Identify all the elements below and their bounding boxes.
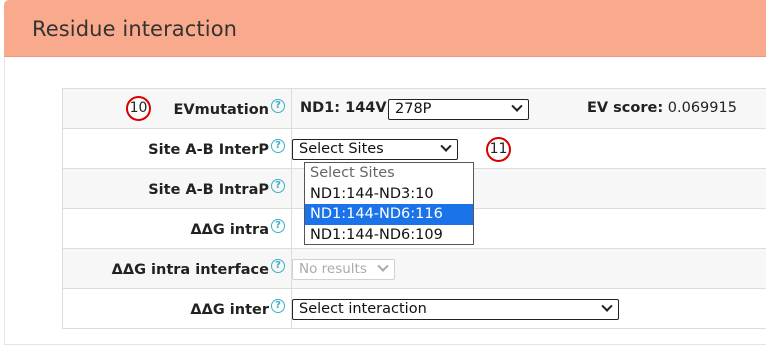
sites-dropdown-list: Select Sites ND1:144-ND3:10 ND1:144-ND6:… xyxy=(304,162,474,245)
ddg-intra-interface-label: ΔΔG intra interface xyxy=(111,262,269,278)
dropdown-option[interactable]: Select Sites xyxy=(305,163,473,184)
dropdown-option[interactable]: ND1:144-ND6:109 xyxy=(305,225,473,246)
mutation-prefix: ND1: 144V - xyxy=(300,100,398,116)
site-ab-interp-label: Site A-B InterP xyxy=(148,142,269,158)
evmutation-label: EVmutation xyxy=(173,102,269,118)
label-cell: EVmutation? xyxy=(62,88,292,129)
ev-score-label: EV score: xyxy=(587,100,664,116)
dropdown-option-highlighted[interactable]: ND1:144-ND6:116 xyxy=(305,204,473,225)
help-icon[interactable]: ? xyxy=(271,299,285,313)
ddg-inter-label: ΔΔG inter xyxy=(190,302,269,318)
chevron-down-icon xyxy=(440,140,452,152)
help-icon[interactable]: ? xyxy=(271,99,285,113)
value-cell: ND1: 144V - 278P EV score: 0.069915 xyxy=(291,88,766,129)
help-icon[interactable]: ? xyxy=(271,219,285,233)
interaction-select[interactable]: Select interaction xyxy=(292,299,619,320)
label-cell: Site A-B InterP? xyxy=(62,128,292,169)
intra-interface-select: No results xyxy=(292,259,395,280)
label-cell: ΔΔG intra? xyxy=(62,208,292,249)
help-icon[interactable]: ? xyxy=(271,139,285,153)
chevron-down-icon xyxy=(377,260,389,272)
ev-score-value: 0.069915 xyxy=(667,100,737,116)
value-cell: Select interaction xyxy=(291,288,766,329)
chevron-down-icon xyxy=(601,300,613,312)
interaction-select-value: Select interaction xyxy=(299,301,427,317)
annotation-badge-11: 11 xyxy=(486,137,511,162)
annotation-badge-10: 10 xyxy=(126,96,151,121)
dropdown-option[interactable]: ND1:144-ND3:10 xyxy=(305,184,473,205)
row-ddg-inter: ΔΔG inter? Select interaction xyxy=(62,288,766,329)
label-cell: ΔΔG inter? xyxy=(62,288,292,329)
mutation-select[interactable]: 278P xyxy=(388,99,529,120)
row-evmutation: EVmutation? ND1: 144V - 278P EV score: 0… xyxy=(62,88,766,129)
sites-select[interactable]: Select Sites xyxy=(292,139,458,160)
site-ab-intrap-label: Site A-B IntraP xyxy=(148,182,269,198)
help-icon[interactable]: ? xyxy=(271,179,285,193)
row-ddg-intra-interface: ΔΔG intra interface? No results xyxy=(62,248,766,289)
label-cell: Site A-B IntraP? xyxy=(62,168,292,209)
ddg-intra-label: ΔΔG intra xyxy=(190,222,269,238)
ev-score: EV score: 0.069915 xyxy=(587,100,737,116)
label-cell: ΔΔG intra interface? xyxy=(62,248,292,289)
sites-select-value: Select Sites xyxy=(299,141,384,157)
value-cell: No results xyxy=(291,248,766,289)
intra-interface-select-value: No results xyxy=(299,261,367,277)
panel-title: Residue interaction xyxy=(32,17,238,41)
chevron-down-icon xyxy=(511,100,523,112)
mutation-select-value: 278P xyxy=(395,101,432,117)
help-icon[interactable]: ? xyxy=(271,259,285,273)
